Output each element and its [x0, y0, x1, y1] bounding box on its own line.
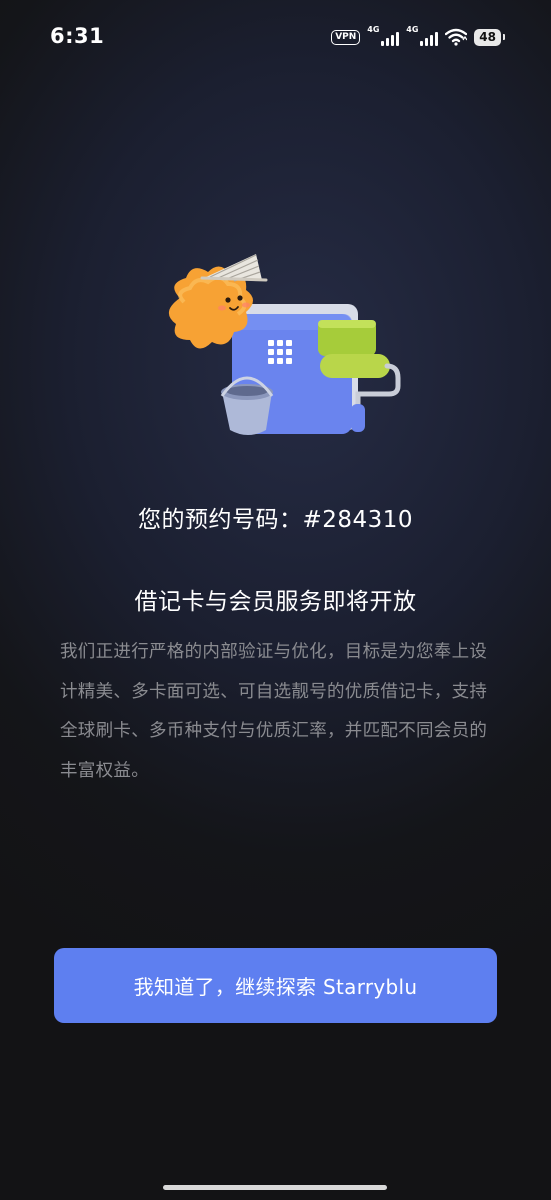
description-text: 我们正进行严格的内部验证与优化，目标是为您奉上设计精美、多卡面可选、可自选靓号的… [60, 642, 488, 781]
status-time: 6:31 [50, 24, 105, 48]
confirm-button[interactable]: 我知道了，继续探索 Starryblu [54, 948, 497, 1023]
network-type-label: 4G [367, 25, 380, 34]
page-title: 借记卡与会员服务即将开放 [134, 589, 417, 615]
signal-icon: 4G [367, 25, 400, 46]
network-type-label: 4G [406, 25, 419, 34]
signal-icon: 4G [406, 25, 439, 46]
reservation-number: 您的预约号码：#284310 [137, 507, 414, 533]
debit-card-illustration [168, 254, 401, 435]
card-chip-icon [268, 340, 292, 364]
battery-icon: 48 [474, 28, 505, 46]
paint-bucket-icon [220, 376, 274, 435]
home-indicator[interactable] [163, 1185, 387, 1190]
status-icons: VPN 4G 4G 48 [331, 25, 505, 47]
wifi-icon [445, 28, 468, 46]
status-bar: 6:31 VPN 4G 4G 48 [0, 0, 551, 76]
vpn-icon: VPN [331, 29, 361, 45]
